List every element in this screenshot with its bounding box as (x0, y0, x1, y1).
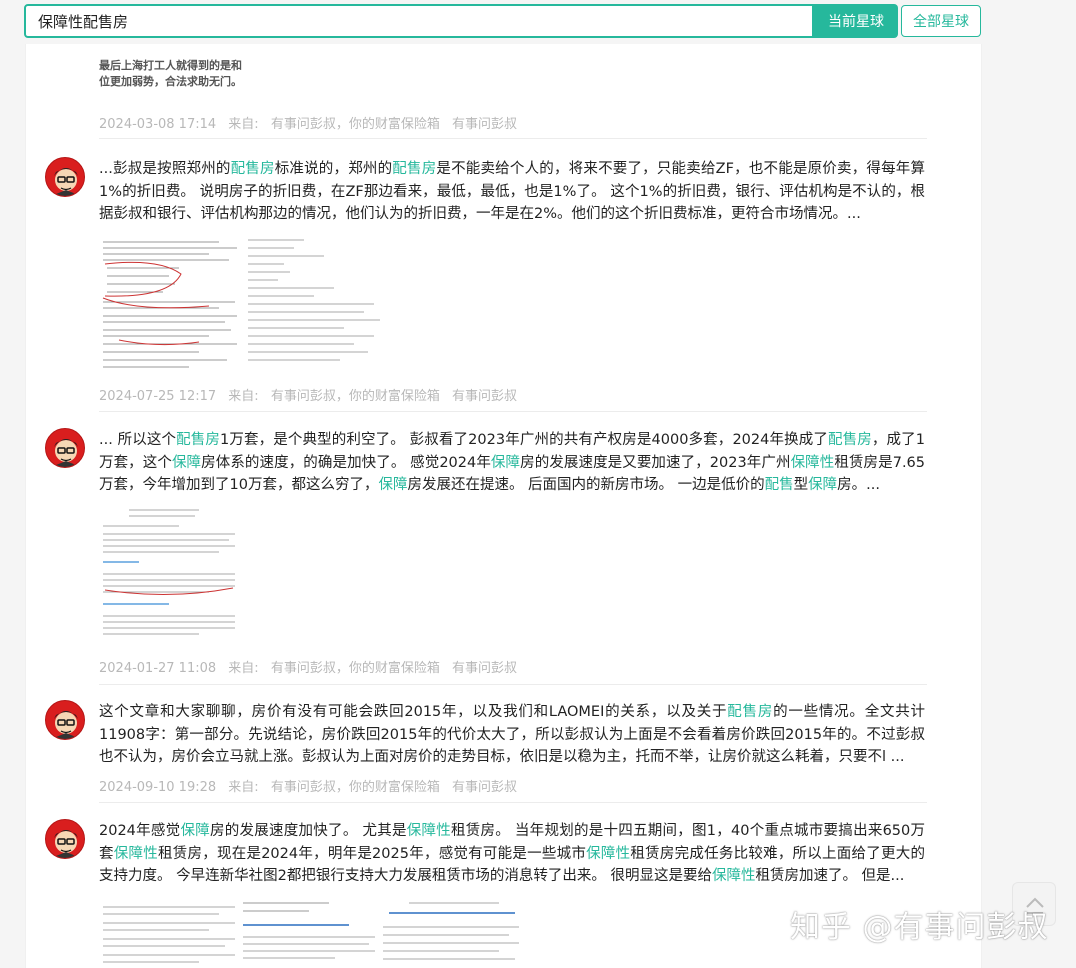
post-meta: 2024-09-10 19:28 来自: 有事问彭叔，你的财富保险箱 有事问彭叔 (99, 776, 525, 795)
text-segment: 租赁房加速了。 但是... (755, 868, 905, 884)
post-meta: 2024-03-08 17:14 来自: 有事问彭叔，你的财富保险箱 有事问彭叔 (99, 113, 525, 132)
current-planet-button[interactable]: 当前星球 (814, 4, 898, 38)
keyword-highlight: 配售房 (230, 161, 275, 177)
snippet-line: 位更加弱势，合法求助无门。 (99, 75, 242, 88)
avatar-icon[interactable] (45, 700, 85, 740)
post-image[interactable] (99, 234, 244, 374)
keyword-highlight: 保障 (808, 477, 838, 493)
source-link[interactable]: 有事问彭叔 (452, 117, 517, 132)
text-segment: 房发展还在提速。 后面国内的新房市场。 一边是低价的 (407, 477, 765, 493)
post-image[interactable] (239, 897, 379, 968)
post-image[interactable] (99, 897, 239, 968)
avatar-icon[interactable] (45, 157, 85, 197)
text-segment: 房。... (837, 477, 880, 493)
document-screenshot-icon (248, 239, 380, 361)
text-segment: 房的发展速度是又要加速了，2023年广州 (520, 454, 791, 471)
keyword-highlight: 保障性 (790, 454, 835, 471)
source-link[interactable]: 有事问彭叔，你的财富保险箱 (271, 117, 440, 132)
divider (99, 411, 927, 412)
post-image[interactable] (379, 897, 524, 968)
keyword-highlight: 保障性 (711, 868, 756, 884)
text-segment: 这个文章和大家聊聊，房价有没有可能会跌回2015年，以及我们和LAOMEI的关系… (99, 704, 728, 720)
text-segment: 1万套，是个典型的利空了。 彭叔看了2023年广州的共有产权房是4000多套，2… (220, 432, 828, 448)
post-text: 2024年感觉保障房的发展速度加快了。 尤其是保障性租赁房。 当年规划的是十四五… (99, 820, 925, 888)
post-date: 2024-03-08 17:14 (99, 117, 217, 132)
divider (99, 802, 927, 803)
source-link[interactable]: 有事问彭叔 (452, 661, 517, 676)
text-segment: 房体系的速度，的确是加快了。 感觉2024年 (201, 454, 491, 471)
keyword-highlight: 配售 (764, 477, 794, 493)
keyword-highlight: 配售房 (727, 704, 774, 720)
post-image[interactable] (99, 504, 239, 644)
document-screenshot-icon (102, 241, 237, 368)
document-screenshot-icon (103, 906, 235, 963)
keyword-highlight: 保障性 (406, 823, 452, 839)
document-screenshot-icon (243, 902, 375, 959)
post-meta: 2024-07-25 12:17 来自: 有事问彭叔，你的财富保险箱 有事问彭叔 (99, 385, 525, 404)
keyword-highlight: 保障性 (586, 845, 631, 862)
post-date: 2024-01-27 11:08 (99, 661, 217, 676)
cartoon-face-icon (54, 168, 78, 196)
keyword-highlight: 保障 (490, 454, 521, 471)
post-date: 2024-09-10 19:28 (99, 780, 217, 795)
snippet-line: 最后上海打工人就得到的是和 (99, 59, 242, 72)
document-screenshot-icon (103, 509, 235, 635)
keyword-highlight: 保障 (171, 454, 202, 471)
avatar-icon[interactable] (45, 819, 85, 859)
cartoon-face-icon (54, 711, 78, 739)
post-text: ...彭叔是按照郑州的配售房标准说的，郑州的配售房是不能卖给个人的，将来不要了，… (99, 158, 925, 226)
search-bar: 当前星球 全部星球 (24, 4, 982, 38)
search-input[interactable] (24, 4, 814, 38)
text-segment: 租赁房，现在是2024年，明年是2025年，感觉有可能是一些城市 (157, 845, 587, 862)
post-image[interactable] (244, 234, 384, 374)
keyword-highlight: 保障 (378, 477, 408, 493)
keyword-highlight: 配售房 (392, 161, 437, 177)
post-meta: 2024-01-27 11:08 来自: 有事问彭叔，你的财富保险箱 有事问彭叔 (99, 657, 525, 676)
document-screenshot-icon (383, 902, 519, 960)
source-link[interactable]: 有事问彭叔，你的财富保险箱 (271, 661, 440, 676)
text-segment: ...彭叔是按照郑州的 (99, 161, 231, 177)
zhihu-watermark: 知乎 @有事问彭叔 (790, 910, 1049, 945)
source-link[interactable]: 有事问彭叔，你的财富保险箱 (271, 389, 440, 404)
post-date: 2024-07-25 12:17 (99, 389, 217, 404)
source-link[interactable]: 有事问彭叔 (452, 780, 517, 795)
source-label: 来自: (228, 661, 259, 676)
keyword-highlight: 保障性 (113, 845, 158, 862)
all-planets-button[interactable]: 全部星球 (901, 5, 981, 37)
cartoon-face-icon (54, 830, 78, 858)
source-link[interactable]: 有事问彭叔 (452, 389, 517, 404)
post-text: ... 所以这个配售房1万套，是个典型的利空了。 彭叔看了2023年广州的共有产… (99, 429, 925, 497)
source-label: 来自: (228, 389, 259, 404)
divider (99, 138, 927, 139)
cartoon-face-icon (54, 439, 78, 467)
text-segment: 2024年感觉 (99, 823, 181, 839)
keyword-highlight: 配售房 (828, 432, 872, 448)
text-segment: 标准说的，郑州的 (274, 161, 393, 177)
source-label: 来自: (228, 780, 259, 795)
source-label: 来自: (228, 117, 259, 132)
text-segment: 型 (793, 477, 809, 493)
text-segment: ... 所以这个 (99, 432, 177, 448)
keyword-highlight: 配售房 (176, 432, 220, 448)
post-text: 这个文章和大家聊聊，房价有没有可能会跌回2015年，以及我们和LAOMEI的关系… (99, 701, 925, 769)
source-link[interactable]: 有事问彭叔，你的财富保险箱 (271, 780, 440, 795)
avatar-icon[interactable] (45, 428, 85, 468)
snippet-image-crop: 最后上海打工人就得到的是和 位更加弱势，合法求助无门。 (99, 58, 244, 94)
divider (99, 684, 927, 685)
keyword-highlight: 保障 (180, 823, 210, 839)
text-segment: 房的发展速度加快了。 尤其是 (209, 823, 407, 839)
